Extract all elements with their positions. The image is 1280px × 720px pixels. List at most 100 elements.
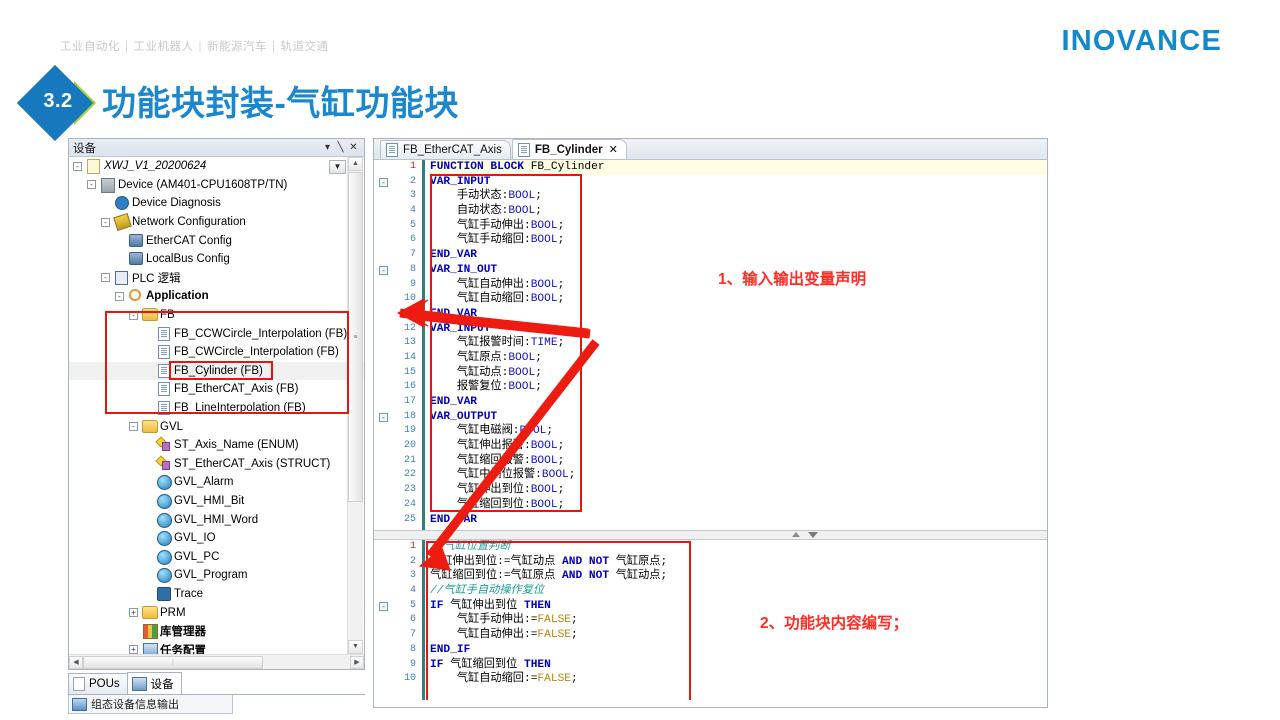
implementation-code[interactable]: //气缸位置判断 气缸伸出到位:=气缸动点 AND NOT 气缸原点; 气缸缩回到位…	[430, 540, 1047, 700]
implementation-code-line[interactable]: 气缸手动伸出:=FALSE;	[430, 613, 1047, 628]
implementation-code-line[interactable]: END_IF	[430, 643, 1047, 658]
tree-item-gvl_pc[interactable]: GVL_PC	[69, 547, 364, 566]
declaration-code[interactable]: FUNCTION BLOCK FB_Cylinder VAR_INPUT 手动状态…	[430, 160, 1047, 530]
tree-item-application[interactable]: - Application	[69, 287, 364, 306]
editor-pane-splitter[interactable]	[374, 530, 1047, 540]
declaration-code-line[interactable]: END_VAR	[430, 248, 1047, 263]
tree-item-device-diagnosis[interactable]: Device Diagnosis	[69, 194, 364, 213]
tree-item-gvl_hmi_bit[interactable]: GVL_HMI_Bit	[69, 492, 364, 511]
declaration-code-line[interactable]: 气缸动点:BOOL;	[430, 366, 1047, 381]
close-icon[interactable]: ✕	[609, 143, 618, 156]
implementation-fold-column[interactable]: -	[374, 540, 393, 700]
tree-dropdown-button[interactable]: ▼	[329, 160, 346, 174]
tree-vertical-scrollbar[interactable]: ▲ ≡ ▼	[347, 157, 363, 654]
editor-tab-FB_Cylinder[interactable]: FB_Cylinder ✕	[511, 139, 627, 159]
tree-item-st_axis_name--enum-[interactable]: ST_Axis_Name (ENUM)	[69, 436, 364, 455]
tree-item-xwj_v1_20200624[interactable]: - XWJ_V1_20200624	[69, 157, 364, 176]
scroll-thumb[interactable]: ≡	[348, 172, 363, 502]
declaration-code-line[interactable]: 气缸伸出报警:BOOL;	[430, 439, 1047, 454]
tree-item-gvl_hmi_word[interactable]: GVL_HMI_Word	[69, 510, 364, 529]
declaration-code-line[interactable]: 气缸手动缩回:BOOL;	[430, 233, 1047, 248]
implementation-code-line[interactable]: 气缸伸出到位:=气缸动点 AND NOT 气缸原点;	[430, 555, 1047, 570]
tree-item-fb_ccwcircle_interpolation--fb-[interactable]: FB_CCWCircle_Interpolation (FB)	[69, 324, 364, 343]
declaration-code-line[interactable]: VAR_INPUT	[430, 175, 1047, 190]
declaration-code-line[interactable]: 气缸自动缩回:BOOL;	[430, 292, 1047, 307]
tree-item-gvl[interactable]: - GVL	[69, 417, 364, 436]
editor-tab-FB_EtherCAT_Axis[interactable]: FB_EtherCAT_Axis	[380, 140, 511, 159]
tree-item-plc---[interactable]: - PLC 逻辑	[69, 269, 364, 288]
tree-item-st_ethercat_axis--struct-[interactable]: ST_EtherCAT_Axis (STRUCT)	[69, 455, 364, 474]
expand-icon[interactable]: +	[129, 608, 138, 618]
implementation-code-line[interactable]: 气缸缩回到位:=气缸原点 AND NOT 气缸动点;	[430, 569, 1047, 584]
declaration-code-line[interactable]: 自动状态:BOOL;	[430, 204, 1047, 219]
declaration-code-line[interactable]: 气缸中间位报警:BOOL;	[430, 468, 1047, 483]
collapse-icon[interactable]: -	[87, 180, 96, 190]
implementation-code-line[interactable]: //气缸手自动操作复位	[430, 584, 1047, 599]
declaration-pane[interactable]: --- 1 2 3 4 5 6 7 8 9 10 11 12 13 14 15 16 17 18 19 20 21 22 2…	[374, 160, 1047, 530]
expand-icon[interactable]: +	[129, 645, 138, 655]
tree-item-----[interactable]: + 任务配置	[69, 640, 364, 655]
scroll-up-icon[interactable]: ▲	[348, 157, 363, 171]
h-scroll-thumb[interactable]: ⋮	[83, 655, 263, 669]
splitter-down-icon[interactable]	[808, 532, 818, 538]
implementation-code-line[interactable]: 气缸自动缩回:=FALSE;	[430, 672, 1047, 687]
tree-item-network-configuration[interactable]: - Network Configuration	[69, 213, 364, 232]
output-panel-tab[interactable]: 组态设备信息输出	[68, 695, 233, 714]
declaration-code-line[interactable]: END_VAR	[430, 307, 1047, 322]
implementation-code-line[interactable]: IF 气缸伸出到位 THEN	[430, 599, 1047, 614]
collapse-icon[interactable]: -	[101, 273, 110, 283]
implementation-code-line[interactable]: IF 气缸缩回到位 THEN	[430, 658, 1047, 673]
tree-item-localbus-config[interactable]: LocalBus Config	[69, 250, 364, 269]
device-tree[interactable]: - XWJ_V1_20200624- Device (AM401-CPU1608TP…	[69, 157, 364, 655]
implementation-pane[interactable]: - 1 2 3 4 5 6 7 8 9 10 //气缸位置判断 气缸伸出到位:=气缸动点 AND N…	[374, 540, 1047, 700]
breadcrumb-item-0[interactable]: 工业自动化	[60, 41, 120, 53]
device-panel-tab-POUs[interactable]: POUs	[68, 673, 128, 694]
tree-item-trace[interactable]: Trace	[69, 585, 364, 604]
tree-horizontal-scrollbar[interactable]: ◀ ⋮ ▶	[69, 654, 364, 669]
tree-item-----[interactable]: 库管理器	[69, 622, 364, 641]
breadcrumb-item-1[interactable]: 工业机器人	[134, 41, 194, 53]
declaration-code-line[interactable]: VAR_OUTPUT	[430, 410, 1047, 425]
declaration-code-line[interactable]: 气缸手动伸出:BOOL;	[430, 219, 1047, 234]
tree-item-gvl_program[interactable]: GVL_Program	[69, 566, 364, 585]
tree-item-fb[interactable]: - FB	[69, 306, 364, 325]
declaration-code-line[interactable]: FUNCTION BLOCK FB_Cylinder	[430, 160, 1047, 175]
panel-close-icon[interactable]: ✕	[347, 142, 360, 153]
tree-item-gvl_io[interactable]: GVL_IO	[69, 529, 364, 548]
tree-item-fb_cwcircle_interpolation--fb-[interactable]: FB_CWCircle_Interpolation (FB)	[69, 343, 364, 362]
tree-item-device--am401-cpu1608tp-tn-[interactable]: - Device (AM401-CPU1608TP/TN)	[69, 176, 364, 195]
scroll-down-icon[interactable]: ▼	[348, 640, 363, 654]
tree-item-fb_cylinder--fb-[interactable]: FB_Cylinder (FB)	[69, 361, 364, 381]
fold-toggle-icon[interactable]: -	[379, 177, 388, 187]
breadcrumb-item-3[interactable]: 轨道交通	[281, 41, 329, 53]
implementation-code-line[interactable]: 气缸自动伸出:=FALSE;	[430, 628, 1047, 643]
declaration-code-line[interactable]: VAR_INPUT	[430, 322, 1047, 337]
breadcrumb-item-2[interactable]: 新能源汽车	[207, 41, 267, 53]
declaration-code-line[interactable]: 气缸原点:BOOL;	[430, 351, 1047, 366]
panel-pin-icon[interactable]: ╲	[334, 142, 347, 153]
declaration-code-line[interactable]: 报警复位:BOOL;	[430, 380, 1047, 395]
tree-item-gvl_alarm[interactable]: GVL_Alarm	[69, 473, 364, 492]
collapse-icon[interactable]: -	[73, 161, 82, 171]
declaration-code-line[interactable]: 气缸报警时间:TIME;	[430, 336, 1047, 351]
tree-item-ethercat-config[interactable]: EtherCAT Config	[69, 231, 364, 250]
fold-toggle-icon[interactable]: -	[379, 412, 388, 422]
collapse-icon[interactable]: -	[129, 422, 138, 432]
fold-toggle-icon[interactable]: -	[379, 265, 388, 275]
declaration-code-line[interactable]: 气缸缩回到位:BOOL;	[430, 498, 1047, 513]
tree-item-prm[interactable]: + PRM	[69, 603, 364, 622]
declaration-code-line[interactable]: END_VAR	[430, 513, 1047, 528]
device-panel-tab-设备[interactable]: 设备	[126, 672, 182, 694]
declaration-code-line[interactable]: 手动状态:BOOL;	[430, 189, 1047, 204]
declaration-code-line[interactable]: 气缸缩回报警:BOOL;	[430, 454, 1047, 469]
collapse-icon[interactable]: -	[101, 217, 110, 227]
implementation-code-line[interactable]: //气缸位置判断	[430, 540, 1047, 555]
scroll-right-icon[interactable]: ▶	[350, 655, 364, 669]
declaration-fold-column[interactable]: - - -	[374, 160, 393, 530]
declaration-code-line[interactable]: 气缸伸出到位:BOOL;	[430, 483, 1047, 498]
tree-item-fb_lineinterpolation--fb-[interactable]: FB_LineInterpolation (FB)	[69, 399, 364, 418]
splitter-up-icon[interactable]	[792, 532, 800, 537]
tree-item-fb_ethercat_axis--fb-[interactable]: FB_EtherCAT_Axis (FB)	[69, 380, 364, 399]
scroll-left-icon[interactable]: ◀	[69, 655, 83, 669]
panel-menu-icon[interactable]: ▾	[321, 142, 334, 153]
